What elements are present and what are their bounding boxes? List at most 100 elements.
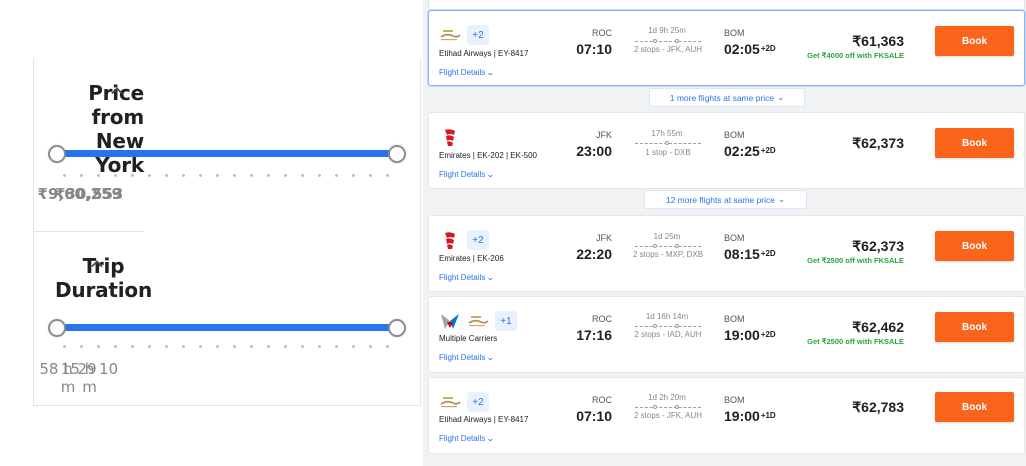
fare-price: ₹62,373 (852, 135, 904, 151)
price-max-handle[interactable] (388, 145, 406, 163)
more-flights-same-price-button[interactable]: 1 more flights at same price ⌄ (649, 88, 805, 107)
more-flights-same-price-button[interactable]: 12 more flights at same price ⌄ (644, 190, 807, 209)
departure-time: 22:20 (576, 246, 612, 262)
previous-card-edge (428, 0, 1025, 9)
fare-price: ₹62,373 (852, 238, 904, 254)
airline-logos (439, 126, 461, 148)
flight-details-link[interactable]: Flight Details⌄ (439, 353, 495, 362)
duration-range-slider[interactable] (48, 318, 406, 338)
stop-dot (665, 141, 669, 145)
departure-airport: JFK (595, 233, 612, 243)
duration-range-track (56, 324, 398, 331)
more-flights-label: 1 more flights at same price (669, 92, 775, 103)
offer-text: Get ₹2500 off with FKSALE (807, 337, 904, 346)
trip-duration: 1d 25m (653, 232, 681, 241)
arrival-airport: BOM (724, 233, 745, 243)
arrival-time-value: 19:00 (724, 408, 760, 424)
airline-name: Etihad Airways | EY-8417 (439, 49, 529, 58)
collapse-price-chevron-up-icon[interactable] (110, 84, 124, 98)
stop-dot (675, 39, 679, 43)
price-min-handle[interactable] (48, 145, 66, 163)
price-range-slider[interactable] (48, 144, 406, 164)
offer-text: Get ₹2500 off with FKSALE (807, 256, 904, 265)
flight-details-label: Flight Details (439, 170, 486, 179)
route-line (635, 244, 701, 248)
stops-info: 2 stops - JFK, AUH (633, 411, 703, 420)
airline-logos: +2 (439, 229, 489, 251)
book-button[interactable]: Book (935, 128, 1014, 158)
chevron-down-icon: ⌄ (778, 194, 786, 204)
flight-details-link[interactable]: Flight Details⌄ (439, 273, 495, 282)
fare-price: ₹61,363 (852, 33, 904, 49)
book-button[interactable]: Book (935, 26, 1014, 56)
arrival-time-value: 02:25 (724, 143, 760, 159)
stop-dot (675, 244, 679, 248)
flight-details-label: Flight Details (439, 353, 486, 362)
flight-details-label: Flight Details (439, 434, 486, 443)
departure-airport: ROC (592, 314, 612, 324)
departure-airport: ROC (592, 28, 612, 38)
price-scale-dots (56, 174, 402, 177)
airline-name: Emirates | EK-202 | EK-500 (439, 151, 537, 160)
book-button[interactable]: Book (935, 312, 1014, 342)
arrival-time: 19:00+1D (724, 408, 776, 424)
arrival-time: 02:25+2D (724, 143, 776, 159)
airline-logos: +2 (439, 391, 489, 413)
filter-panel: Price from New York ₹30,553 ₹9,60,259 Tr… (33, 58, 421, 406)
emirates-logo-icon (439, 126, 461, 148)
collapse-duration-chevron-up-icon[interactable] (90, 257, 104, 271)
departure-time: 17:16 (576, 327, 612, 343)
duration-max-handle[interactable] (388, 319, 406, 337)
arrival-airport: BOM (724, 28, 745, 38)
flight-card[interactable]: +2 Emirates | EK-206 Flight Details⌄ JFK… (428, 215, 1025, 292)
etihad-logo-icon (439, 24, 461, 46)
american-airlines-logo-icon (439, 310, 461, 332)
arrival-airport: BOM (724, 130, 745, 140)
airline-logos: +2 (439, 24, 489, 46)
stops-info: 2 stops - IAD, AUH (634, 330, 702, 339)
stops-info: 1 stop - DXB (645, 148, 691, 157)
arrival-airport: BOM (724, 314, 745, 324)
departure-time: 07:10 (576, 408, 612, 424)
extra-carriers-badge: +2 (467, 392, 489, 412)
airline-logos: +1 (439, 310, 517, 332)
flight-card[interactable]: +2 Etihad Airways | EY-8417 Flight Detai… (428, 377, 1025, 454)
stops-info: 2 stops - MXP, DXB (632, 250, 704, 259)
airline-name: Etihad Airways | EY-8417 (439, 415, 529, 424)
trip-duration: 1d 9h 25m (648, 26, 686, 35)
airline-name: Multiple Carriers (439, 334, 498, 343)
route-line (635, 141, 701, 145)
flight-results-list: +2 Etihad Airways | EY-8417 Flight Detai… (423, 0, 1026, 466)
stop-dot (675, 405, 679, 409)
flight-details-link[interactable]: Flight Details⌄ (439, 434, 495, 443)
extra-carriers-badge: +2 (467, 25, 489, 45)
flight-search-page: Price from New York ₹30,553 ₹9,60,259 Tr… (0, 0, 1026, 466)
arrival-day-offset: +1D (760, 411, 776, 420)
price-filter: Price from New York ₹30,553 ₹9,60,259 (34, 58, 406, 232)
stop-dot (653, 39, 657, 43)
flight-card[interactable]: +1 Multiple Carriers Flight Details⌄ ROC… (428, 296, 1025, 373)
book-button[interactable]: Book (935, 231, 1014, 261)
departure-time: 07:10 (576, 41, 612, 57)
chevron-down-icon: ⌄ (486, 353, 495, 362)
chevron-down-icon: ⌄ (486, 273, 495, 282)
flight-details-link[interactable]: Flight Details⌄ (439, 170, 495, 179)
chevron-down-icon: ⌄ (486, 434, 495, 443)
book-button[interactable]: Book (935, 392, 1014, 422)
offer-text: Get ₹4000 off with FKSALE (807, 51, 904, 60)
route-line (635, 324, 701, 328)
price-range-track (56, 150, 398, 157)
flight-details-link[interactable]: Flight Details⌄ (439, 68, 495, 77)
flight-card[interactable]: Emirates | EK-202 | EK-500 Flight Detail… (428, 112, 1025, 189)
duration-min-handle[interactable] (48, 319, 66, 337)
duration-max-label: 58 h 29 m (39, 360, 97, 396)
stops-info: 2 stops - JFK, AUH (633, 45, 703, 54)
flight-card[interactable]: +2 Etihad Airways | EY-8417 Flight Detai… (428, 10, 1025, 86)
duration-scale-dots (56, 345, 402, 348)
chevron-down-icon: ⌄ (777, 92, 785, 102)
stop-dot (653, 324, 657, 328)
fare-price: ₹62,462 (852, 319, 904, 335)
arrival-airport: BOM (724, 395, 745, 405)
trip-duration: 1d 16h 14m (645, 312, 689, 321)
route-line (635, 405, 701, 409)
